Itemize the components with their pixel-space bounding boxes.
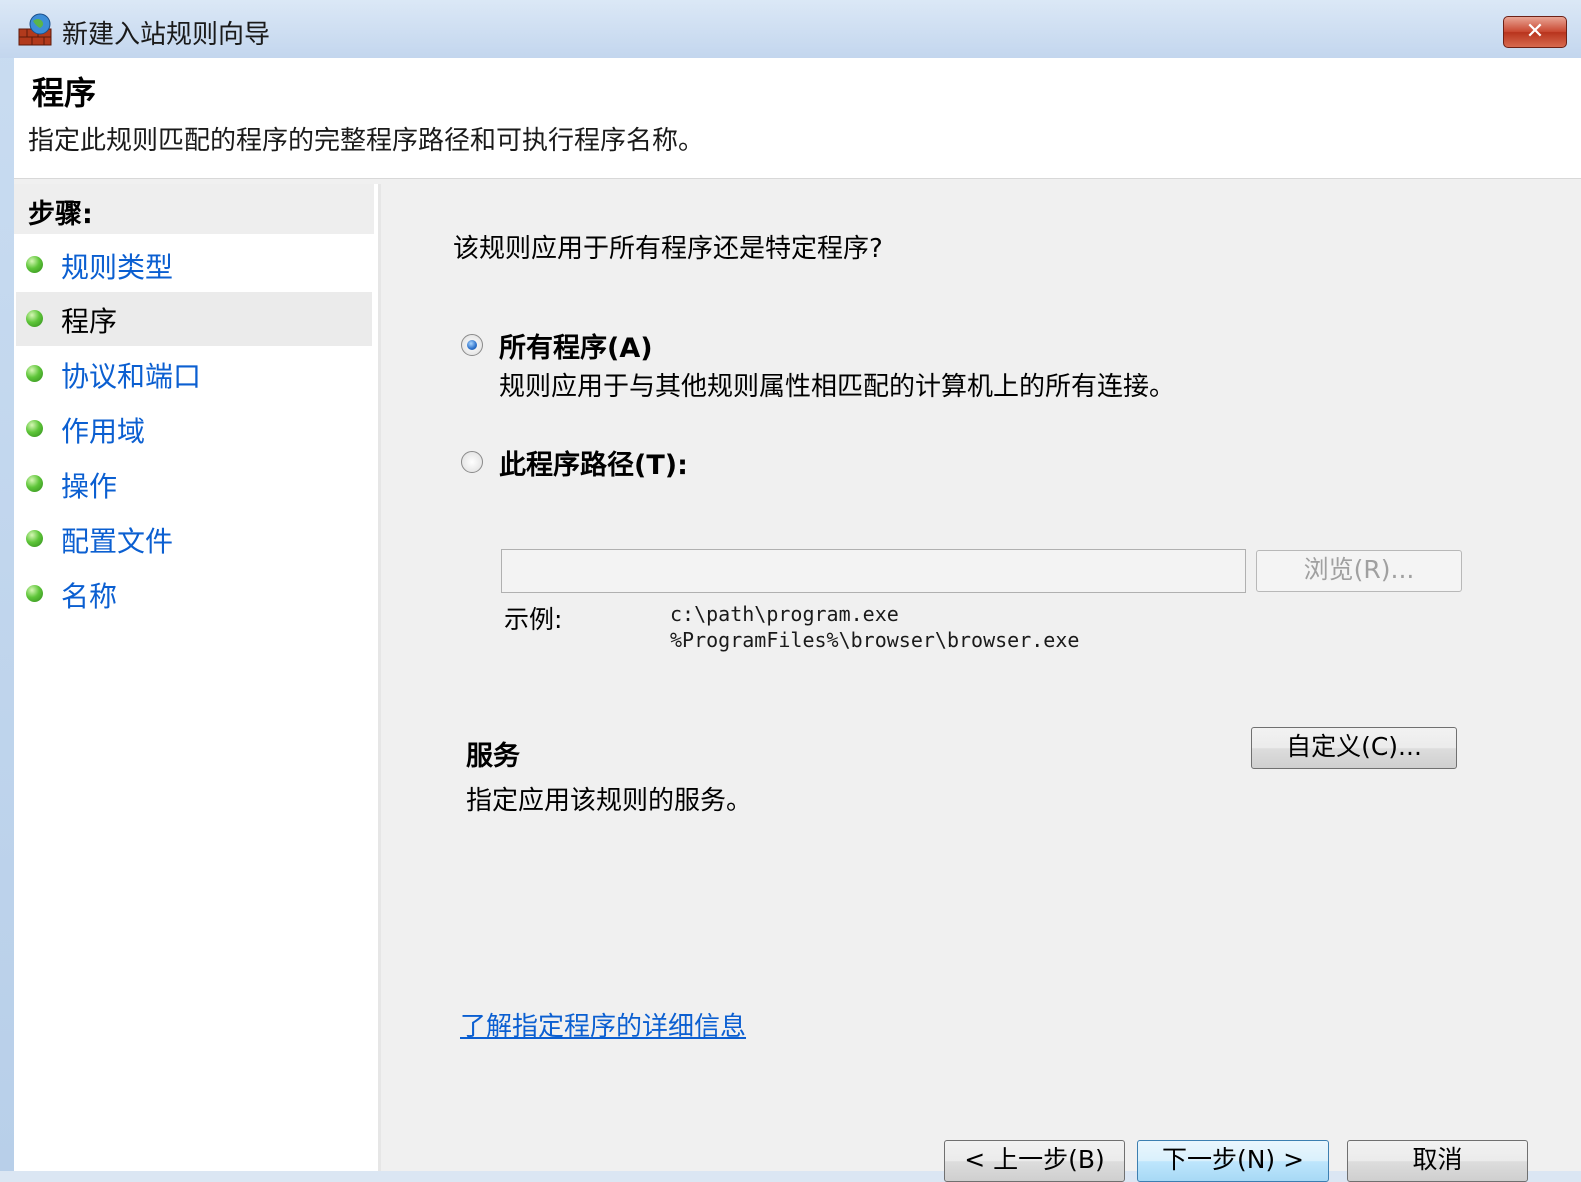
wizard-window: 新建入站规则向导 ✕ 程序 指定此规则匹配的程序的完整程序路径和可执行程序名称。… [0, 0, 1581, 1182]
step-bullet-icon [26, 310, 43, 327]
customize-services-button[interactable]: 自定义(C)... [1251, 727, 1457, 769]
step-bullet-icon [26, 256, 43, 273]
step-name[interactable]: 名称 [16, 567, 372, 621]
page-description: 指定此规则匹配的程序的完整程序路径和可执行程序名称。 [28, 126, 705, 156]
step-program: 程序 [16, 292, 372, 346]
all-programs-description: 规则应用于与其他规则属性相匹配的计算机上的所有连接。 [499, 372, 1176, 402]
learn-more-link[interactable]: 了解指定程序的详细信息 [460, 1006, 746, 1043]
wizard-client-area: 程序 指定此规则匹配的程序的完整程序路径和可执行程序名称。 步骤: 规则类型 程… [14, 58, 1581, 1182]
cancel-button[interactable]: 取消 [1347, 1140, 1528, 1182]
program-path-input[interactable] [501, 549, 1246, 593]
step-label: 名称 [61, 580, 118, 613]
program-question: 该规则应用于所有程序还是特定程序? [453, 234, 883, 264]
steps-heading-label: 步骤: [28, 199, 93, 230]
services-description: 指定应用该规则的服务。 [466, 786, 753, 816]
step-label: 操作 [61, 470, 118, 503]
title-bar[interactable]: 新建入站规则向导 ✕ [0, 0, 1581, 58]
step-label: 规则类型 [61, 251, 174, 284]
browse-button[interactable]: 浏览(R)... [1256, 550, 1462, 592]
this-path-label[interactable]: 此程序路径(T): [499, 443, 688, 482]
steps-sidebar: 步骤: 规则类型 程序 协议和端口 作用域 操作 配置文件 名称 [14, 184, 381, 1171]
step-bullet-icon [26, 365, 43, 382]
close-icon: ✕ [1525, 19, 1545, 44]
next-button[interactable]: 下一步(N) > [1137, 1140, 1329, 1182]
step-label: 协议和端口 [61, 360, 202, 393]
example-label: 示例: [504, 605, 563, 634]
page-title: 程序 [32, 74, 97, 112]
back-button[interactable]: < 上一步(B) [944, 1140, 1125, 1182]
window-title: 新建入站规则向导 [62, 20, 271, 50]
step-protocol-port[interactable]: 协议和端口 [16, 347, 372, 401]
step-bullet-icon [26, 420, 43, 437]
step-scope[interactable]: 作用域 [16, 402, 372, 456]
step-action[interactable]: 操作 [16, 457, 372, 511]
all-programs-radio[interactable] [461, 334, 483, 356]
step-bullet-icon [26, 475, 43, 492]
all-programs-label[interactable]: 所有程序(A) [499, 326, 653, 365]
step-label: 程序 [61, 305, 118, 338]
example-path-1: c:\path\program.exe [670, 602, 899, 626]
example-path-2: %ProgramFiles%\browser\browser.exe [670, 628, 1080, 652]
step-bullet-icon [26, 585, 43, 602]
step-bullet-icon [26, 530, 43, 547]
step-rule-type[interactable]: 规则类型 [16, 238, 372, 292]
steps-heading: 步骤: [14, 184, 374, 234]
close-button[interactable]: ✕ [1503, 16, 1567, 48]
step-profile[interactable]: 配置文件 [16, 512, 372, 566]
page-header: 程序 指定此规则匹配的程序的完整程序路径和可执行程序名称。 [14, 58, 1581, 179]
main-content: 该规则应用于所有程序还是特定程序? 所有程序(A) 规则应用于与其他规则属性相匹… [381, 184, 1581, 1182]
step-label: 作用域 [61, 415, 146, 448]
this-path-radio[interactable] [461, 451, 483, 473]
step-label: 配置文件 [61, 525, 174, 558]
services-title: 服务 [466, 741, 520, 772]
firewall-icon [18, 13, 52, 46]
